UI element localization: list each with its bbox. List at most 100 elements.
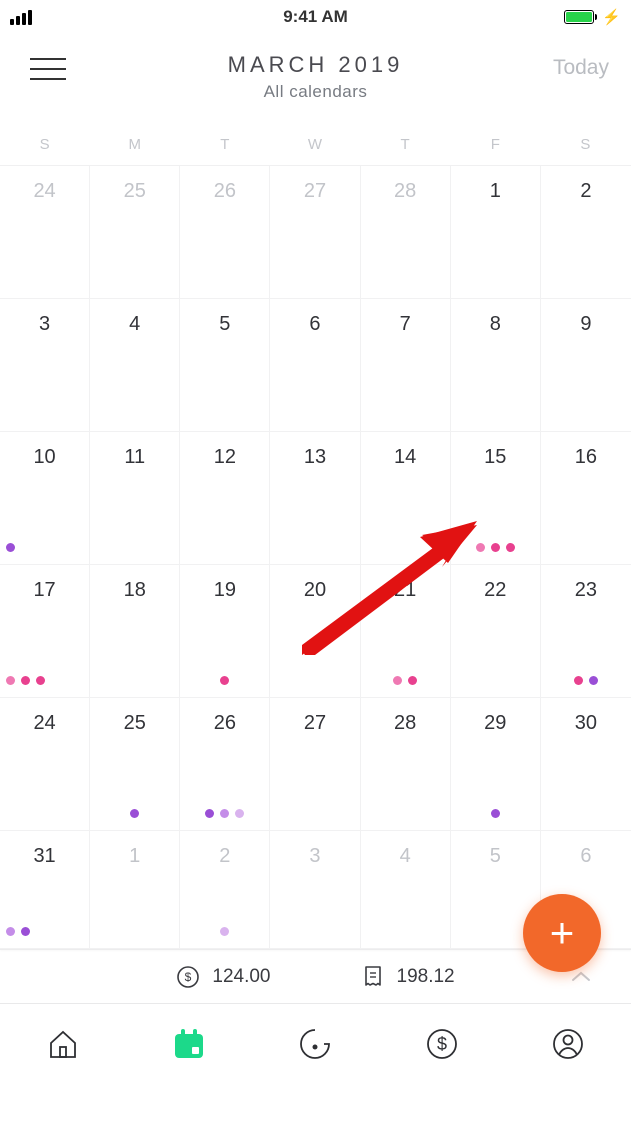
day-number: 25 xyxy=(90,180,179,203)
event-dot xyxy=(491,809,500,818)
day-cell[interactable]: 4 xyxy=(361,831,451,949)
day-cell[interactable]: 9 xyxy=(541,299,631,432)
plus-icon: + xyxy=(550,909,575,957)
tab-profile[interactable] xyxy=(547,1023,589,1065)
day-cell[interactable]: 30 xyxy=(541,698,631,831)
menu-button[interactable] xyxy=(30,58,66,80)
day-cell[interactable]: 27 xyxy=(270,166,360,299)
day-number: 12 xyxy=(180,446,269,469)
day-cell[interactable]: 26 xyxy=(180,166,270,299)
signal-icon xyxy=(10,10,32,25)
day-number: 11 xyxy=(90,446,179,469)
day-cell[interactable]: 4 xyxy=(90,299,180,432)
summary-expense[interactable]: 198.12 xyxy=(361,965,455,989)
day-number: 1 xyxy=(90,845,179,868)
event-dots xyxy=(180,927,269,936)
day-cell[interactable]: 17 xyxy=(0,565,90,698)
day-number: 21 xyxy=(361,579,450,602)
event-dot xyxy=(491,543,500,552)
day-cell[interactable]: 6 xyxy=(270,299,360,432)
day-cell[interactable]: 23 xyxy=(541,565,631,698)
svg-text:$: $ xyxy=(185,970,192,984)
day-cell[interactable]: 1 xyxy=(90,831,180,949)
event-dot xyxy=(130,809,139,818)
day-number: 17 xyxy=(0,579,89,602)
day-cell[interactable]: 16 xyxy=(541,432,631,565)
weekday-label: T xyxy=(361,136,451,153)
event-dot xyxy=(6,676,15,685)
day-number: 28 xyxy=(361,712,450,735)
day-cell[interactable]: 19 xyxy=(180,565,270,698)
day-cell[interactable]: 2 xyxy=(541,166,631,299)
day-cell[interactable]: 15 xyxy=(451,432,541,565)
day-cell[interactable]: 29 xyxy=(451,698,541,831)
event-dot xyxy=(220,809,229,818)
day-cell[interactable]: 28 xyxy=(361,166,451,299)
day-cell[interactable]: 10 xyxy=(0,432,90,565)
expense-value: 198.12 xyxy=(397,966,455,988)
day-number: 7 xyxy=(361,313,450,336)
tab-bar: $ xyxy=(0,1004,631,1084)
weekday-label: S xyxy=(0,136,90,153)
day-cell[interactable]: 24 xyxy=(0,166,90,299)
tab-home[interactable] xyxy=(42,1023,84,1065)
weekday-label: S xyxy=(541,136,631,153)
day-number: 20 xyxy=(270,579,359,602)
day-cell[interactable]: 26 xyxy=(180,698,270,831)
day-number: 15 xyxy=(451,446,540,469)
month-title[interactable]: MARCH 2019 xyxy=(228,52,404,78)
day-cell[interactable]: 31 xyxy=(0,831,90,949)
day-cell[interactable]: 7 xyxy=(361,299,451,432)
day-cell[interactable]: 14 xyxy=(361,432,451,565)
summary-income[interactable]: $ 124.00 xyxy=(176,965,270,989)
event-dot xyxy=(393,676,402,685)
day-number: 26 xyxy=(180,180,269,203)
weekday-label: M xyxy=(90,136,180,153)
day-cell[interactable]: 25 xyxy=(90,166,180,299)
day-cell[interactable]: 3 xyxy=(0,299,90,432)
day-cell[interactable]: 3 xyxy=(270,831,360,949)
day-number: 2 xyxy=(180,845,269,868)
day-number: 29 xyxy=(451,712,540,735)
day-number: 3 xyxy=(0,313,89,336)
event-dot xyxy=(408,676,417,685)
day-cell[interactable]: 18 xyxy=(90,565,180,698)
receipt-icon xyxy=(361,965,385,989)
calendar-filter[interactable]: All calendars xyxy=(264,82,368,102)
day-cell[interactable]: 28 xyxy=(361,698,451,831)
day-cell[interactable]: 5 xyxy=(180,299,270,432)
day-cell[interactable]: 11 xyxy=(90,432,180,565)
day-number: 5 xyxy=(451,845,540,868)
tab-transactions[interactable] xyxy=(294,1023,336,1065)
day-cell[interactable]: 25 xyxy=(90,698,180,831)
day-cell[interactable]: 27 xyxy=(270,698,360,831)
tab-money[interactable]: $ xyxy=(421,1023,463,1065)
event-dot xyxy=(574,676,583,685)
tab-calendar[interactable] xyxy=(168,1023,210,1065)
day-cell[interactable]: 8 xyxy=(451,299,541,432)
add-button[interactable]: + xyxy=(523,894,601,972)
battery-icon xyxy=(564,10,594,24)
day-number: 27 xyxy=(270,712,359,735)
day-cell[interactable]: 20 xyxy=(270,565,360,698)
day-number: 9 xyxy=(541,313,631,336)
day-number: 24 xyxy=(0,180,89,203)
day-number: 4 xyxy=(90,313,179,336)
day-cell[interactable]: 2 xyxy=(180,831,270,949)
status-bar: 9:41 AM ⚡ xyxy=(0,0,631,34)
event-dot xyxy=(589,676,598,685)
day-number: 6 xyxy=(541,845,631,868)
event-dot xyxy=(6,927,15,936)
event-dot xyxy=(235,809,244,818)
day-cell[interactable]: 13 xyxy=(270,432,360,565)
day-cell[interactable]: 22 xyxy=(451,565,541,698)
event-dot xyxy=(21,927,30,936)
day-cell[interactable]: 24 xyxy=(0,698,90,831)
event-dots xyxy=(0,676,89,685)
today-button[interactable]: Today xyxy=(553,56,609,80)
day-cell[interactable]: 12 xyxy=(180,432,270,565)
day-number: 14 xyxy=(361,446,450,469)
day-cell[interactable]: 21 xyxy=(361,565,451,698)
day-number: 22 xyxy=(451,579,540,602)
day-cell[interactable]: 1 xyxy=(451,166,541,299)
